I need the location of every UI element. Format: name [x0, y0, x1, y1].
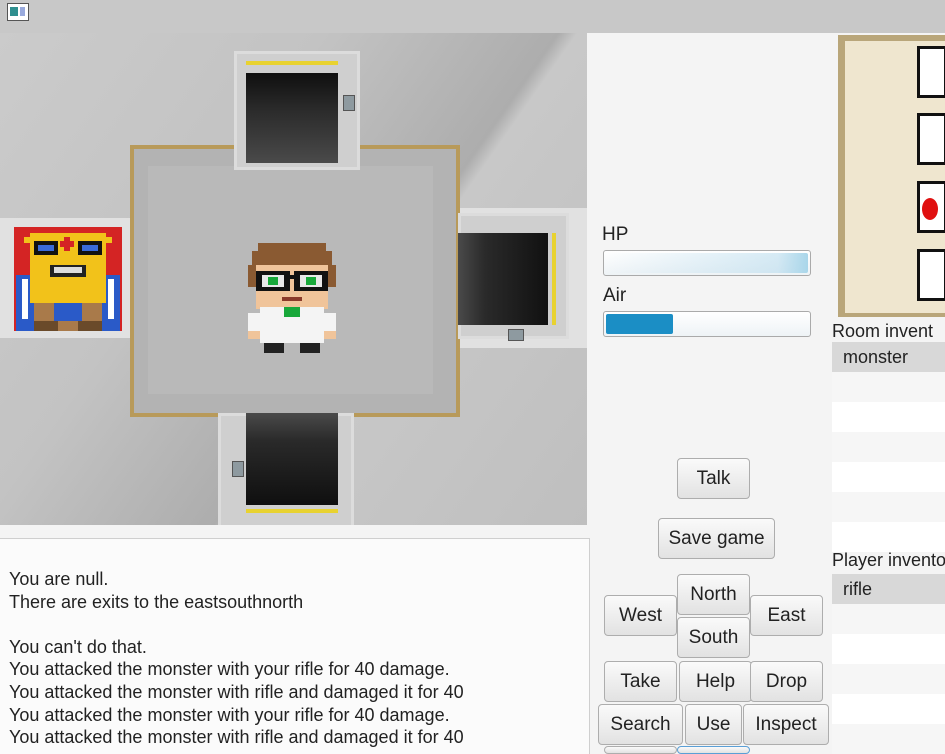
east-button[interactable]: East: [750, 595, 823, 636]
south-door-light: [246, 509, 338, 513]
monster-sprite[interactable]: [14, 227, 122, 331]
game-viewport[interactable]: [0, 33, 587, 525]
west-button[interactable]: West: [604, 595, 677, 636]
south-button[interactable]: South: [677, 617, 750, 658]
east-door-light: [552, 233, 556, 325]
save-game-button[interactable]: Save game: [658, 518, 775, 559]
inventory-empty-row[interactable]: [832, 694, 945, 724]
log-text: You are null. There are exits to the eas…: [9, 569, 464, 748]
hp-bar-fill: [606, 253, 808, 273]
drop-button[interactable]: Drop: [750, 661, 823, 702]
inventory-empty-row[interactable]: [832, 664, 945, 694]
north-button[interactable]: North: [677, 574, 750, 615]
inventory-item[interactable]: monster: [832, 342, 945, 372]
air-label: Air: [603, 285, 627, 306]
minimap-room: [917, 113, 945, 165]
player-inventory-title: Player invento: [832, 550, 945, 570]
south-door-panel-icon: [232, 461, 244, 477]
room-inventory-list[interactable]: monster: [832, 342, 945, 552]
search-button[interactable]: Search: [598, 704, 683, 745]
inventory-empty-row[interactable]: [832, 634, 945, 664]
inventory-empty-row[interactable]: [832, 724, 945, 754]
north-door-panel-icon: [343, 95, 355, 111]
partial-button[interactable]: [604, 746, 677, 754]
talk-button[interactable]: Talk: [677, 458, 750, 499]
player-sprite: [244, 243, 340, 353]
inventory-empty-row[interactable]: [832, 402, 945, 432]
hp-label: HP: [602, 224, 629, 245]
app-icon: [7, 3, 29, 21]
minimap-room: [917, 249, 945, 301]
help-button[interactable]: Help: [679, 661, 752, 702]
minimap-room: [917, 46, 945, 98]
inventory-empty-row[interactable]: [832, 604, 945, 634]
player-inventory-list[interactable]: rifle: [832, 574, 945, 754]
air-bar-fill: [606, 314, 673, 334]
title-bar: [0, 0, 945, 33]
east-door-panel-icon: [508, 329, 524, 341]
inventory-empty-row[interactable]: [832, 432, 945, 462]
north-door[interactable]: [246, 73, 338, 163]
inventory-empty-row[interactable]: [832, 522, 945, 552]
inventory-empty-row[interactable]: [832, 372, 945, 402]
north-door-light: [246, 61, 338, 65]
take-button[interactable]: Take: [604, 661, 677, 702]
inventory-empty-row[interactable]: [832, 462, 945, 492]
message-log[interactable]: You are null. There are exits to the eas…: [0, 538, 590, 754]
air-bar: [603, 311, 811, 337]
inspect-button[interactable]: Inspect: [743, 704, 829, 745]
partial-button-focused[interactable]: [677, 746, 750, 754]
inventory-empty-row[interactable]: [832, 492, 945, 522]
inventory-item[interactable]: rifle: [832, 574, 945, 604]
south-door[interactable]: [246, 413, 338, 505]
room-inventory-title: Room invent: [832, 321, 934, 341]
hp-bar: [603, 250, 811, 276]
player-position-marker: [922, 198, 938, 220]
use-button[interactable]: Use: [685, 704, 742, 745]
east-door[interactable]: [458, 233, 548, 325]
